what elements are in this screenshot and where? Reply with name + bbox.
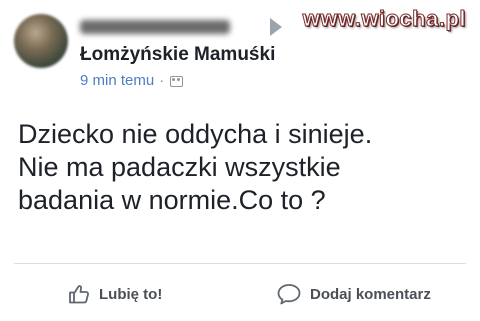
post-text-line: Dziecko nie oddycha i sinieje. xyxy=(18,119,373,149)
post-time[interactable]: 9 min temu xyxy=(80,72,154,89)
comment-label: Dodaj komentarz xyxy=(310,285,431,303)
like-button[interactable]: Lubię to! xyxy=(67,280,162,308)
author-avatar[interactable] xyxy=(14,14,68,68)
comment-button[interactable]: Dodaj komentarz xyxy=(276,280,431,308)
comment-icon xyxy=(277,284,301,305)
like-label: Lubię to! xyxy=(99,285,163,303)
watermark: www.wiocha.pl xyxy=(302,6,466,32)
group-icon xyxy=(170,76,184,87)
author-name-blurred[interactable] xyxy=(80,20,230,34)
post-meta: 9 min temu · xyxy=(80,72,184,89)
post-text-line: badania w normie.Co to ? xyxy=(18,185,326,215)
arrow-right-icon xyxy=(270,18,282,36)
post-text: Dziecko nie oddycha i sinieje. Nie ma pa… xyxy=(18,118,468,217)
thumbs-up-icon xyxy=(69,285,89,304)
meta-separator: · xyxy=(159,72,165,89)
action-bar: Lubię to! Dodaj komentarz xyxy=(0,264,480,321)
group-name[interactable]: Łomżyńskie Mamuśki xyxy=(80,44,275,66)
post-text-line: Nie ma padaczki wszystkie xyxy=(18,152,341,182)
author-row xyxy=(80,14,282,38)
